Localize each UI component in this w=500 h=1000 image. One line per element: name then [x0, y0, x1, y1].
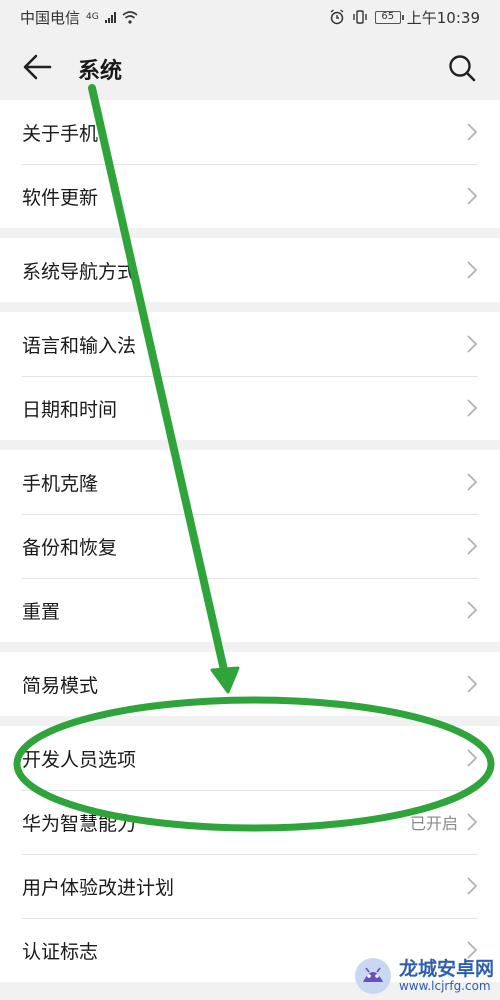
- group-divider: [0, 228, 500, 238]
- setting-language-input[interactable]: 语言和输入法: [0, 312, 500, 376]
- status-bar: 中国电信 4G 65 上午10:39: [0, 0, 500, 34]
- app-bar: 系统: [0, 34, 500, 100]
- chevron-right-icon: [467, 473, 478, 491]
- chevron-right-icon: [467, 187, 478, 205]
- status-left: 中国电信 4G: [20, 7, 138, 28]
- setting-huawei-ai[interactable]: 华为智慧能力 已开启: [0, 790, 500, 854]
- setting-label: 语言和输入法: [22, 334, 137, 357]
- chevron-right-icon: [467, 399, 478, 417]
- alarm-icon: [330, 9, 344, 25]
- chevron-right-icon: [467, 601, 478, 619]
- watermark-url: www.lcjrfg.com: [398, 978, 491, 993]
- setting-label: 华为智慧能力: [22, 812, 137, 835]
- chevron-right-icon: [467, 675, 478, 693]
- setting-label: 关于手机: [22, 122, 99, 145]
- chevron-right-icon: [467, 123, 478, 141]
- setting-phone-clone[interactable]: 手机克隆: [0, 450, 500, 514]
- setting-developer-options[interactable]: 开发人员选项: [0, 726, 500, 790]
- setting-label: 重置: [22, 600, 61, 623]
- group-divider: [0, 716, 500, 726]
- group-divider: [0, 302, 500, 312]
- setting-label: 开发人员选项: [22, 748, 137, 771]
- watermark-text: 龙城安卓网 www.lcjrfg.com: [398, 957, 494, 993]
- settings-group-advanced: 开发人员选项 华为智慧能力 已开启 用户体验改进计划 认证标志: [0, 726, 500, 982]
- setting-simple-mode[interactable]: 简易模式: [0, 652, 500, 716]
- status-right: 65 上午10:39: [329, 7, 480, 28]
- page-title: 系统: [78, 59, 123, 84]
- settings-group-navigation: 系统导航方式: [0, 238, 500, 302]
- battery-icon: 65: [374, 10, 404, 24]
- chevron-right-icon: [467, 813, 478, 831]
- android-robot-icon: [354, 958, 391, 994]
- setting-label: 系统导航方式: [22, 260, 137, 283]
- setting-date-time[interactable]: 日期和时间: [0, 376, 500, 440]
- setting-label: 备份和恢复: [22, 536, 118, 559]
- setting-label: 软件更新: [22, 186, 99, 209]
- settings-list: 关于手机 软件更新 系统导航方式 语言和输入法 日期和时间 手机克隆 备份和恢复…: [0, 100, 500, 982]
- watermark-logo: 龙城安卓网 www.lcjrfg.com: [353, 956, 494, 996]
- setting-about-phone[interactable]: 关于手机: [0, 100, 500, 164]
- group-divider: [0, 642, 500, 652]
- setting-label: 手机克隆: [22, 472, 99, 495]
- setting-system-navigation[interactable]: 系统导航方式: [0, 238, 500, 302]
- chevron-right-icon: [467, 877, 478, 895]
- setting-label: 用户体验改进计划: [22, 876, 175, 899]
- battery-level: 65: [381, 11, 395, 22]
- setting-label: 简易模式: [22, 674, 99, 697]
- signal-icon: [104, 11, 116, 23]
- setting-status-value: 已开启: [409, 814, 458, 833]
- carrier-name: 中国电信: [20, 8, 81, 27]
- settings-group-backup: 手机克隆 备份和恢复 重置: [0, 450, 500, 642]
- watermark-name: 龙城安卓网: [398, 957, 494, 980]
- setting-user-experience[interactable]: 用户体验改进计划: [0, 854, 500, 918]
- setting-reset[interactable]: 重置: [0, 578, 500, 642]
- network-type: 4G: [86, 12, 99, 22]
- chevron-right-icon: [467, 261, 478, 279]
- clock-time: 上午10:39: [406, 8, 480, 27]
- settings-group-device: 关于手机 软件更新: [0, 100, 500, 228]
- group-divider: [0, 440, 500, 450]
- vibrate-icon: [353, 10, 367, 24]
- arrow-left-icon[interactable]: [20, 52, 56, 82]
- search-icon[interactable]: [446, 52, 478, 84]
- settings-group-simple-mode: 简易模式: [0, 652, 500, 716]
- settings-group-language: 语言和输入法 日期和时间: [0, 312, 500, 440]
- setting-label: 日期和时间: [22, 398, 118, 421]
- setting-backup-restore[interactable]: 备份和恢复: [0, 514, 500, 578]
- setting-software-update[interactable]: 软件更新: [0, 164, 500, 228]
- chevron-right-icon: [467, 537, 478, 555]
- chevron-right-icon: [467, 749, 478, 767]
- chevron-right-icon: [467, 335, 478, 353]
- wifi-icon: [122, 10, 138, 24]
